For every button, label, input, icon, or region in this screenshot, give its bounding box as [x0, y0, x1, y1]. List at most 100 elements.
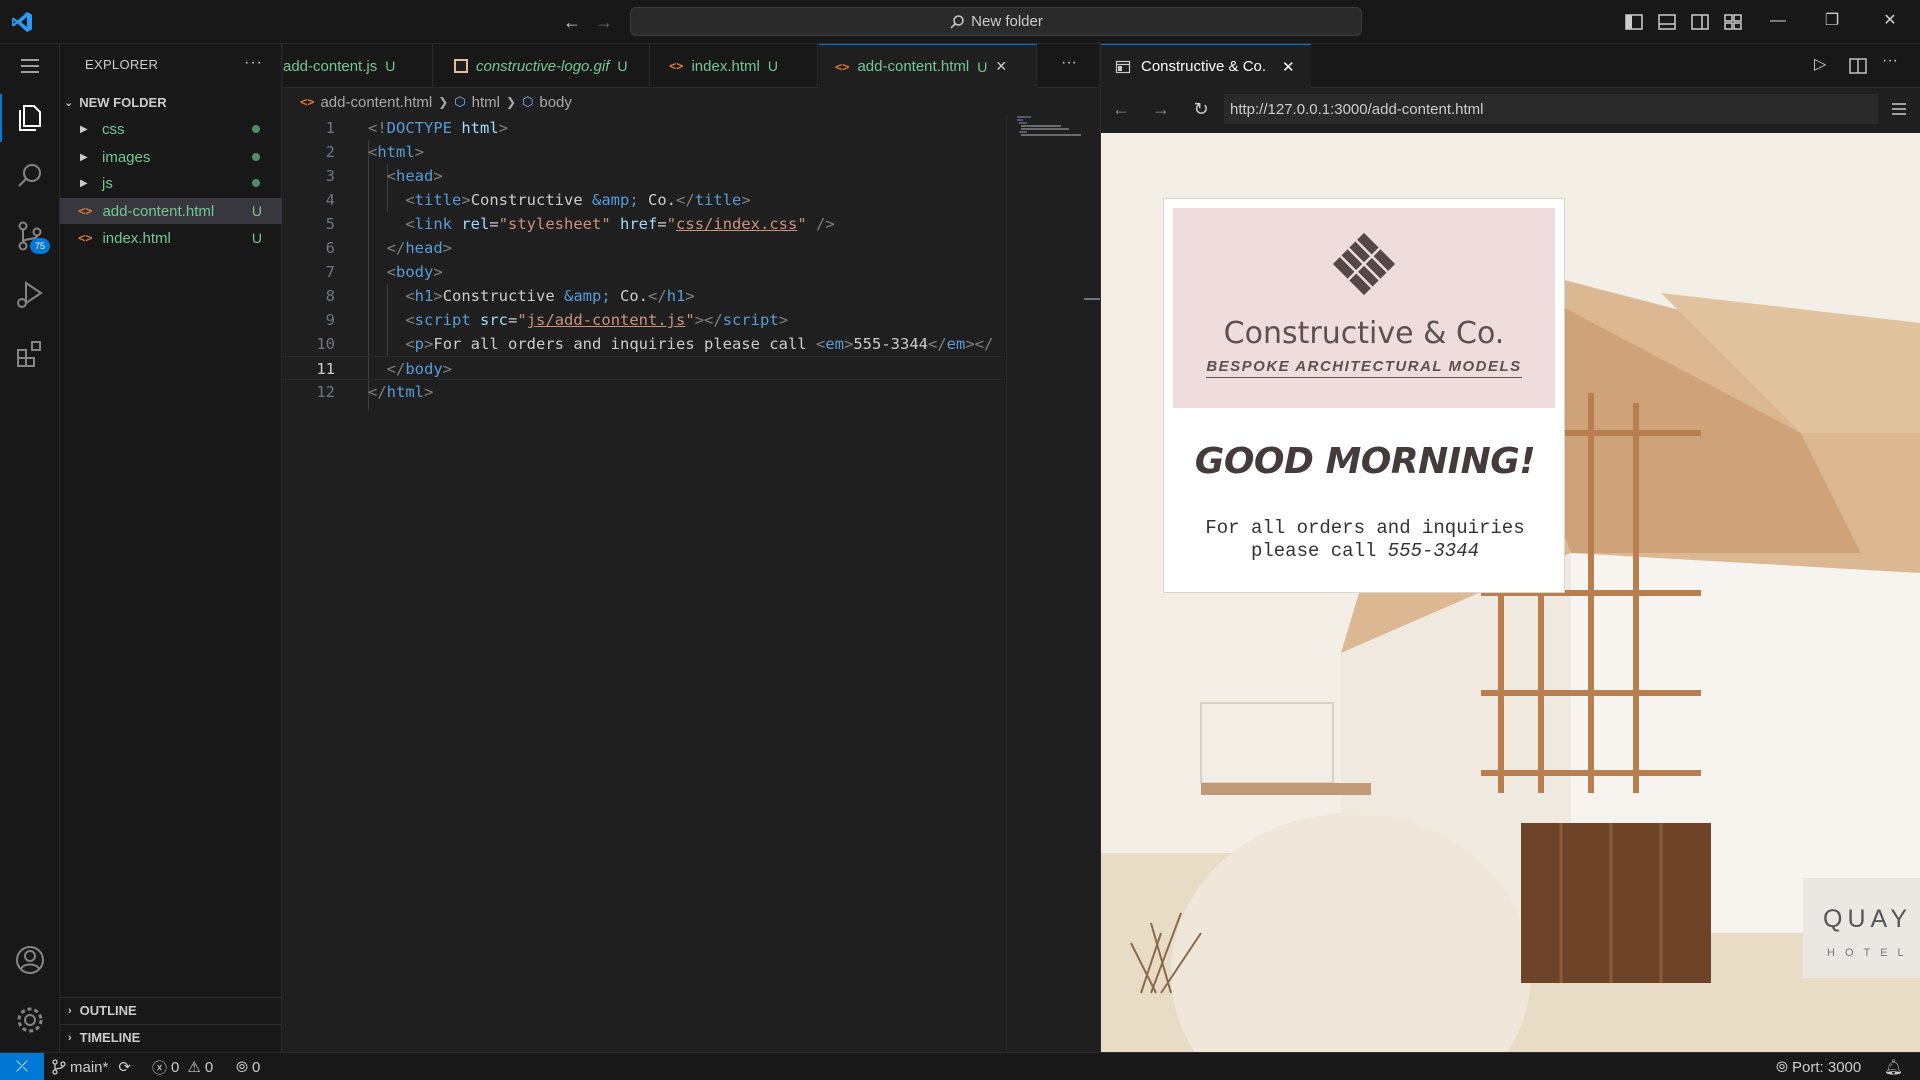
close-tab-icon[interactable]: ✕	[1282, 58, 1295, 76]
explorer-icon[interactable]	[12, 100, 48, 136]
toggle-secondary-sidebar-icon[interactable]	[1688, 10, 1712, 34]
minimap[interactable]	[1006, 114, 1084, 1052]
toggle-panel-icon[interactable]	[1655, 10, 1679, 34]
breadcrumb-html[interactable]: html	[472, 94, 500, 111]
close-tab-icon[interactable]: ✕	[995, 58, 1007, 75]
timeline-label: TIMELINE	[79, 1030, 141, 1045]
broadcast-icon: ⦾	[1776, 1058, 1789, 1076]
tree-item-js[interactable]: ▶ js	[60, 170, 282, 196]
code-line-current[interactable]: 11 </body>	[283, 356, 1005, 380]
ports-status[interactable]: ⦾ 0	[236, 1053, 260, 1080]
minimize-icon[interactable]: —	[1758, 8, 1798, 34]
code-text: </html>	[368, 383, 434, 401]
code-line[interactable]: 4 <title>Constructive &amp; Co.</title>	[283, 188, 1005, 212]
tree-item-images[interactable]: ▶ images	[60, 144, 282, 170]
preview-back-icon[interactable]: ←	[1110, 98, 1132, 120]
tree-item-label: css	[102, 120, 125, 138]
tab-label: constructive-logo.gif	[476, 57, 610, 75]
contact-prefix: please call	[1250, 540, 1388, 562]
preview-more-actions[interactable]: ···	[1882, 52, 1898, 70]
code-line[interactable]: 1 <!DOCTYPE html>	[283, 116, 1005, 140]
element-icon: ⬡	[454, 94, 466, 109]
split-editor-icon[interactable]	[1848, 56, 1868, 76]
timeline-section[interactable]: › TIMELINE	[60, 1024, 282, 1050]
tab-label: add-content.html	[857, 58, 970, 75]
warning-icon: ⚠	[187, 1059, 201, 1076]
folder-header[interactable]: ⌄ NEW FOLDER	[64, 92, 280, 112]
chevron-right-icon: ▶	[80, 123, 88, 135]
notifications-bell-icon[interactable]: 🔔︎	[1884, 1053, 1903, 1080]
code-line[interactable]: 7 <body>	[283, 260, 1005, 284]
search-icon	[950, 14, 964, 29]
code-line[interactable]: 12 </html>	[283, 380, 1005, 404]
command-center-label: New folder	[971, 13, 1043, 30]
preview-menu-icon[interactable]	[1890, 100, 1908, 118]
preview-tab-label: Constructive & Co.	[1141, 58, 1267, 75]
git-branch-icon	[52, 1059, 66, 1075]
explorer-more-actions[interactable]: ···	[244, 54, 263, 72]
html-file-icon: <>	[669, 59, 684, 73]
line-number: 5	[325, 215, 335, 233]
tabs-more-actions[interactable]: ···	[1061, 54, 1077, 72]
tab-add-content-js[interactable]: add-content.js U	[283, 44, 433, 88]
line-number: 11	[316, 360, 335, 378]
line-number: 12	[316, 383, 335, 401]
restore-icon[interactable]: ❐	[1812, 8, 1852, 34]
untracked-flag: U	[251, 230, 262, 246]
search-view-icon[interactable]	[12, 158, 48, 194]
code-line[interactable]: 3 <head>	[283, 164, 1005, 188]
close-window-icon[interactable]: ✕	[1870, 8, 1910, 34]
outline-section[interactable]: › OUTLINE	[60, 997, 282, 1023]
reload-icon[interactable]: ↻	[1190, 98, 1212, 120]
remote-indicator-icon[interactable]: ⤫	[0, 1053, 44, 1080]
code-line[interactable]: 6 </head>	[283, 236, 1005, 260]
code-line[interactable]: 10 <p>For all orders and inquiries pleas…	[283, 332, 1005, 356]
chevron-right-icon: ❯	[505, 95, 517, 109]
customize-layout-icon[interactable]	[1721, 10, 1745, 34]
code-line[interactable]: 5 <link rel="stylesheet" href="css/index…	[283, 212, 1005, 236]
accounts-icon[interactable]	[12, 942, 48, 978]
menu-icon[interactable]	[18, 56, 42, 76]
ports-count: 0	[252, 1058, 261, 1076]
code-text: <!DOCTYPE html>	[368, 119, 509, 137]
tab-index-html[interactable]: <> index.html U	[651, 44, 818, 88]
code-line[interactable]: 8 <h1>Constructive &amp; Co.</h1>	[283, 284, 1005, 308]
url-input[interactable]	[1224, 94, 1878, 124]
back-arrow-icon[interactable]: ←	[560, 10, 584, 34]
tab-label: index.html	[691, 57, 760, 75]
sync-icon[interactable]: ⟳	[118, 1058, 131, 1076]
command-center-search[interactable]: New folder	[630, 7, 1362, 36]
editor-tab-bar: add-content.js U constructive-logo.gif U…	[283, 44, 1099, 88]
browser-preview-icon	[1115, 60, 1131, 73]
status-bar: ⤫ main* ⟳ ⓧ 0 ⚠ 0 ⦾ 0 ⦾ Port: 3000 🔔︎	[0, 1052, 1920, 1080]
code-editor[interactable]: 1 <!DOCTYPE html> 2 <html> 3 <head> 4 <tit…	[283, 114, 1005, 1052]
tree-item-css[interactable]: ▶ css	[60, 116, 282, 142]
outline-label: OUTLINE	[79, 1003, 137, 1018]
preview-forward-icon[interactable]: →	[1150, 98, 1172, 120]
run-debug-icon[interactable]	[12, 276, 48, 312]
forward-arrow-icon[interactable]: →	[592, 10, 616, 34]
folder-name: NEW FOLDER	[79, 94, 167, 110]
branch-status[interactable]: main* ⟳	[52, 1053, 131, 1080]
tree-item-index-html[interactable]: <> index.html U	[60, 225, 282, 251]
extensions-icon[interactable]	[12, 336, 48, 372]
tab-label: add-content.js	[283, 57, 378, 75]
code-text: </body>	[386, 360, 453, 378]
toggle-primary-sidebar-icon[interactable]	[1622, 10, 1646, 34]
tree-item-add-content-html[interactable]: <> add-content.html U	[60, 198, 282, 224]
sign-title: QUAY	[1823, 905, 1912, 933]
problems-status[interactable]: ⓧ 0 ⚠ 0	[152, 1053, 213, 1080]
run-play-icon[interactable]: ▷	[1814, 54, 1826, 74]
breadcrumb-file[interactable]: add-content.html	[320, 94, 432, 111]
live-server-port[interactable]: ⦾ Port: 3000	[1776, 1053, 1861, 1080]
tab-preview[interactable]: Constructive & Co. ✕	[1101, 44, 1311, 88]
error-icon: ⓧ	[152, 1059, 168, 1077]
tab-untracked-flag: U	[385, 58, 396, 74]
code-line[interactable]: 2 <html>	[283, 140, 1005, 164]
tab-constructive-logo-gif[interactable]: constructive-logo.gif U	[434, 44, 650, 88]
line-number: 2	[325, 143, 335, 161]
tab-add-content-html[interactable]: <> add-content.html U ✕	[819, 44, 1037, 88]
breadcrumb-body[interactable]: body	[539, 94, 572, 111]
code-line[interactable]: 9 <script src="js/add-content.js"></scri…	[283, 308, 1005, 332]
manage-gear-icon[interactable]	[12, 1002, 48, 1038]
